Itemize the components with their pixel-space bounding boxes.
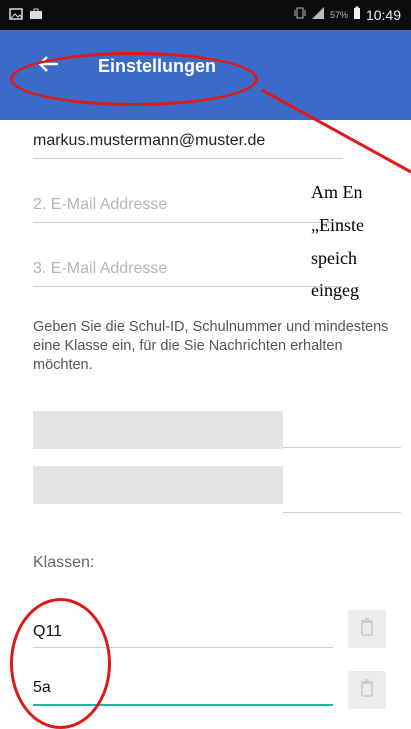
trash-icon — [360, 617, 374, 641]
annotation-line-1: Am En — [311, 182, 363, 202]
delete-class-2-button[interactable] — [348, 671, 386, 709]
status-bar: 57% 10:49 — [0, 0, 411, 30]
school-id-field[interactable] — [33, 411, 283, 449]
delete-class-1-button[interactable] — [348, 610, 386, 648]
email-field-1[interactable] — [33, 124, 343, 159]
school-id-underline — [283, 447, 401, 448]
status-right: 57% 10:49 — [294, 6, 401, 23]
image-icon — [9, 7, 23, 21]
annotation-line-3: speich — [311, 248, 357, 268]
battery-icon — [353, 6, 361, 23]
school-number-underline — [283, 512, 401, 513]
email-field-2[interactable] — [33, 188, 343, 223]
annotation-line-2: „Einste — [311, 215, 364, 235]
vibrate-icon — [294, 6, 306, 23]
status-time: 10:49 — [365, 6, 401, 23]
hint-text: Geben Sie die Schul-ID, Schulnummer und … — [33, 319, 389, 373]
email-field-3[interactable] — [33, 252, 343, 287]
annotation-line-4: eingeg — [311, 280, 359, 300]
classes-label: Klassen: — [33, 554, 95, 571]
battery-percent: 57% — [329, 9, 348, 20]
briefcase-icon — [29, 7, 43, 21]
signal-icon — [311, 6, 325, 23]
annotation-circle-classes — [10, 598, 111, 729]
annotation-circle-title — [10, 52, 258, 106]
status-left-icons — [9, 7, 43, 21]
trash-icon — [360, 678, 374, 702]
school-number-field[interactable] — [33, 466, 283, 504]
